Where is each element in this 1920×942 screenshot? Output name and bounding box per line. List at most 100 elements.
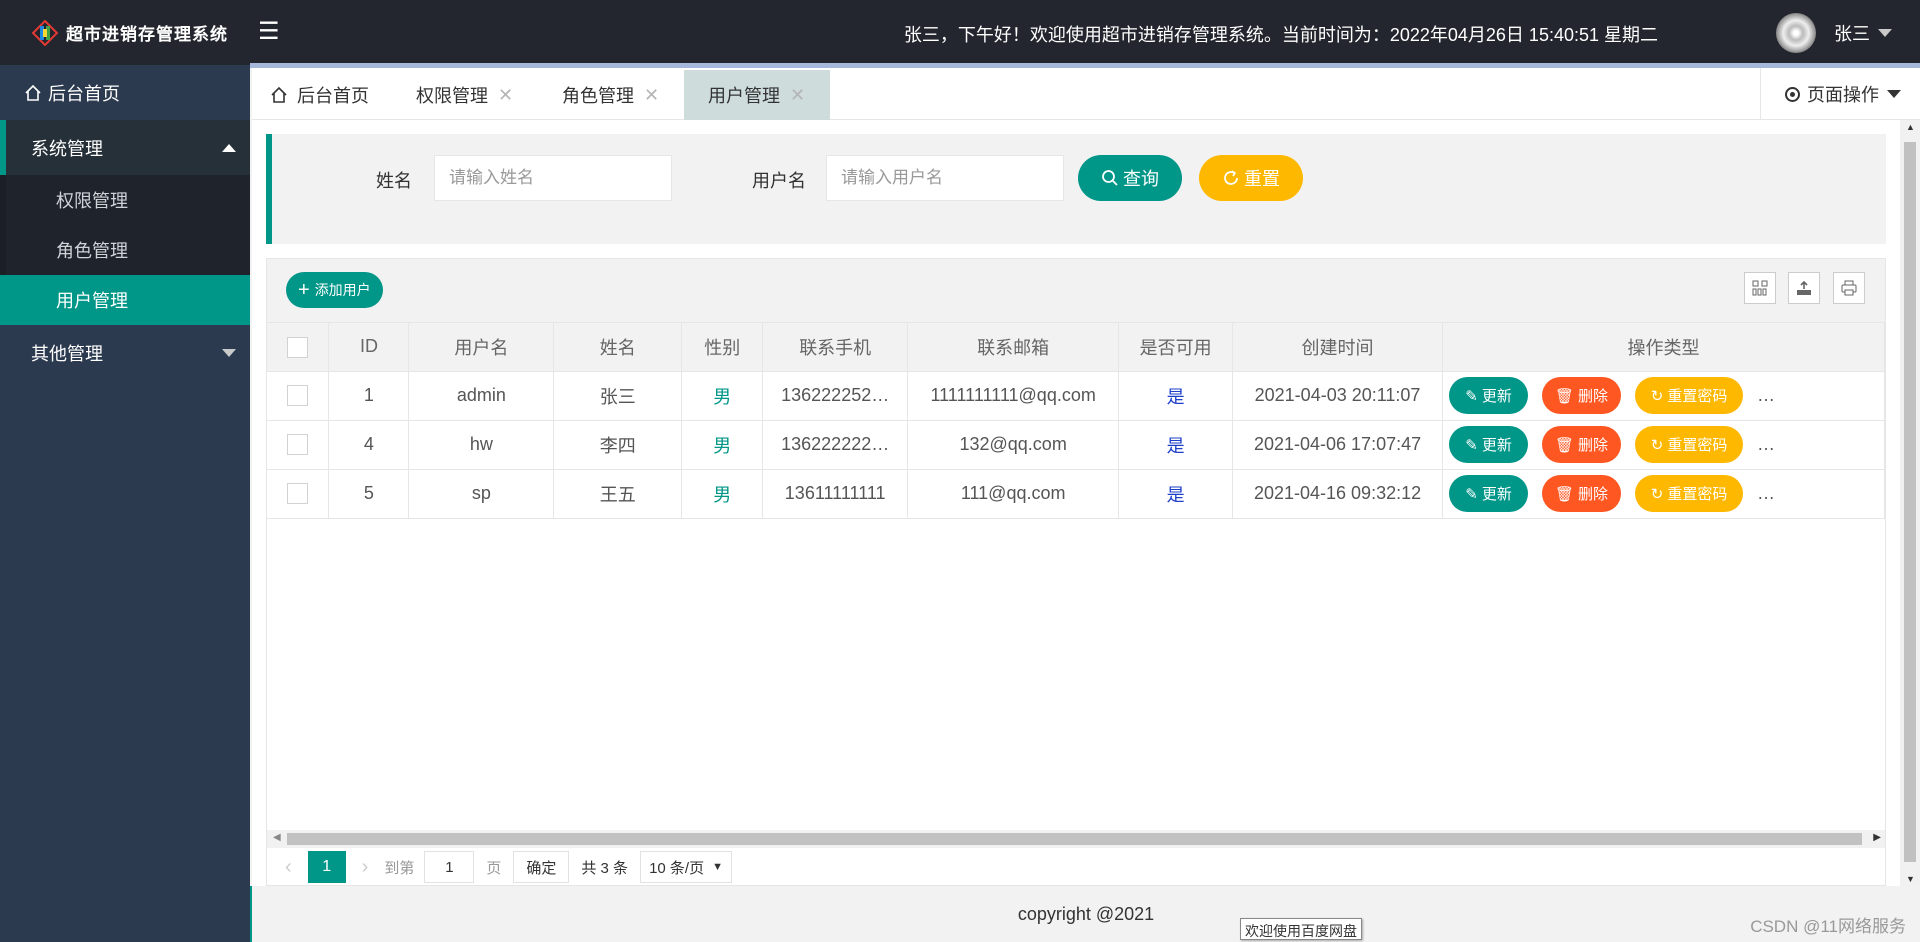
user-table-panel: + 添加用户 ID 用户名 姓名 性别 联系手机 联系邮箱 是否可用 创建时间 … (266, 258, 1886, 886)
tab-roles[interactable]: 角色管理 ✕ (562, 70, 659, 120)
close-icon[interactable]: ✕ (644, 85, 659, 106)
cell-phone: 136222222… (762, 420, 909, 470)
reset-button[interactable]: 重置 (1199, 155, 1303, 201)
copyright-text: copyright @2021 (1017, 904, 1155, 924)
query-button[interactable]: 查询 (1078, 155, 1182, 201)
reset-password-label: 重置密码 (1667, 486, 1728, 503)
table-row[interactable]: 5 sp 王五 男 13611111111 111@qq.com 是 2021-… (267, 469, 1885, 519)
tab-home[interactable]: 后台首页 (270, 70, 380, 120)
cell-phone: 136222252… (762, 371, 909, 421)
sidebar-item-roles[interactable]: 角色管理 (6, 225, 250, 275)
scroll-right-icon[interactable]: ▶ (1873, 832, 1881, 843)
row-select-cell (267, 420, 330, 470)
cell-email: 132@qq.com (907, 420, 1120, 470)
horizontal-scrollbar[interactable]: ◀ ▶ (267, 830, 1885, 848)
avatar[interactable] (1776, 13, 1816, 53)
page-ops-label: 页面操作 (1807, 85, 1879, 105)
add-user-label: 添加用户 (314, 282, 371, 298)
home-icon (25, 84, 41, 101)
more-indicator: … (1757, 483, 1776, 503)
hamburger-icon[interactable]: ☰ (258, 20, 280, 44)
select-all-checkbox[interactable] (287, 336, 309, 358)
scroll-left-icon[interactable]: ◀ (273, 832, 281, 843)
sidebar-item-home[interactable]: 后台首页 (0, 65, 250, 120)
column-header[interactable]: 联系邮箱 (907, 323, 1120, 372)
update-label: 更新 (1481, 486, 1512, 503)
row-select-cell (267, 469, 330, 519)
column-header[interactable]: 操作类型 (1442, 323, 1885, 372)
trash-icon: 🗑 (1555, 436, 1575, 454)
printer-symbol (1841, 280, 1857, 296)
home-icon (271, 86, 287, 103)
column-header[interactable]: 用户名 (408, 323, 555, 372)
username-search-input[interactable] (826, 155, 1064, 201)
column-header[interactable]: 性别 (681, 323, 764, 372)
sidebar: 后台首页 系统管理 权限管理 角色管理 用户管理 其他管理 (0, 65, 250, 942)
close-icon[interactable]: ✕ (790, 85, 805, 106)
sidebar-item-permissions[interactable]: 权限管理 (6, 175, 250, 225)
user-menu[interactable]: 张三 (1834, 20, 1892, 46)
delete-button[interactable]: 🗑 删除 (1542, 475, 1622, 512)
close-icon[interactable]: ✕ (498, 85, 513, 106)
scrollbar-thumb[interactable] (1904, 142, 1916, 862)
refresh-icon: ↻ (1650, 387, 1664, 405)
column-header[interactable]: 创建时间 (1232, 323, 1444, 372)
column-header[interactable]: 姓名 (553, 323, 683, 372)
update-button[interactable]: ✎ 更新 (1449, 377, 1529, 414)
page-number-current[interactable]: 1 (307, 851, 346, 883)
trash-icon: 🗑 (1555, 485, 1575, 503)
reset-password-button[interactable]: ↻ 重置密码 (1635, 426, 1744, 463)
tab-label: 角色管理 (562, 86, 634, 106)
scroll-down-icon[interactable]: ▼ (1906, 874, 1915, 884)
page-size-select[interactable]: 10 条/页 ▼ (640, 851, 733, 883)
sidebar-item-users[interactable]: 用户管理 (0, 275, 250, 325)
app-logo[interactable]: 超市进销存管理系统 (0, 0, 250, 65)
table-row[interactable]: 1 admin 张三 男 136222252… 1111111111@qq.co… (267, 371, 1885, 421)
sidebar-group-system[interactable]: 系统管理 (0, 120, 250, 175)
reset-password-button[interactable]: ↻ 重置密码 (1635, 475, 1744, 512)
delete-button[interactable]: 🗑 删除 (1542, 377, 1622, 414)
sidebar-item-label: 后台首页 (48, 83, 120, 104)
search-icon (1102, 170, 1118, 186)
target-icon (1785, 86, 1800, 102)
name-label: 姓名 (376, 171, 412, 191)
edit-icon: ✎ (1465, 485, 1478, 503)
update-button[interactable]: ✎ 更新 (1449, 426, 1529, 463)
cell-gender: 男 (681, 469, 764, 519)
logo-icon (32, 19, 58, 46)
columns-filter-icon[interactable] (1744, 272, 1776, 304)
cell-created: 2021-04-06 17:07:47 (1232, 420, 1444, 470)
vertical-scrollbar[interactable]: ▲ ▼ (1900, 120, 1920, 886)
welcome-greeting: 张三，下午好！欢迎使用超市进销存管理系统。当前时间为：2022年04月26日 1… (903, 25, 1658, 45)
row-checkbox[interactable] (287, 385, 309, 407)
prev-page-icon[interactable]: ‹ (285, 856, 292, 879)
name-search-input[interactable] (434, 155, 672, 201)
next-page-icon[interactable]: › (362, 856, 369, 879)
column-header[interactable]: 联系手机 (762, 323, 909, 372)
delete-button[interactable]: 🗑 删除 (1542, 426, 1622, 463)
row-checkbox[interactable] (287, 434, 309, 456)
scrollbar-thumb[interactable] (287, 833, 1862, 845)
reset-password-button[interactable]: ↻ 重置密码 (1635, 377, 1744, 414)
add-user-button[interactable]: + 添加用户 (286, 272, 383, 308)
column-header[interactable]: ID (328, 323, 410, 372)
cell-name: 王五 (553, 469, 683, 519)
column-header[interactable]: 是否可用 (1118, 323, 1234, 372)
cell-email: 1111111111@qq.com (907, 371, 1120, 421)
cell-actions: ✎ 更新 🗑 删除 ↻ 重置密码 … (1442, 469, 1885, 519)
tab-permissions[interactable]: 权限管理 ✕ (416, 70, 513, 120)
row-checkbox[interactable] (287, 483, 309, 505)
goto-confirm-button[interactable]: 确定 (513, 851, 570, 883)
export-icon[interactable] (1788, 272, 1820, 304)
goto-page-input[interactable]: 1 (424, 851, 475, 883)
grid-icon (1752, 280, 1768, 296)
print-icon[interactable] (1833, 272, 1865, 304)
tab-users[interactable]: 用户管理 ✕ (684, 70, 830, 120)
page-operations-menu[interactable]: 页面操作 (1760, 68, 1920, 120)
update-button[interactable]: ✎ 更新 (1449, 475, 1529, 512)
scroll-up-icon[interactable]: ▲ (1906, 122, 1915, 132)
user-name: 张三 (1834, 24, 1870, 44)
reset-password-label: 重置密码 (1667, 437, 1728, 454)
sidebar-group-other[interactable]: 其他管理 (0, 325, 250, 380)
table-row[interactable]: 4 hw 李四 男 136222222… 132@qq.com 是 2021-0… (267, 420, 1885, 470)
